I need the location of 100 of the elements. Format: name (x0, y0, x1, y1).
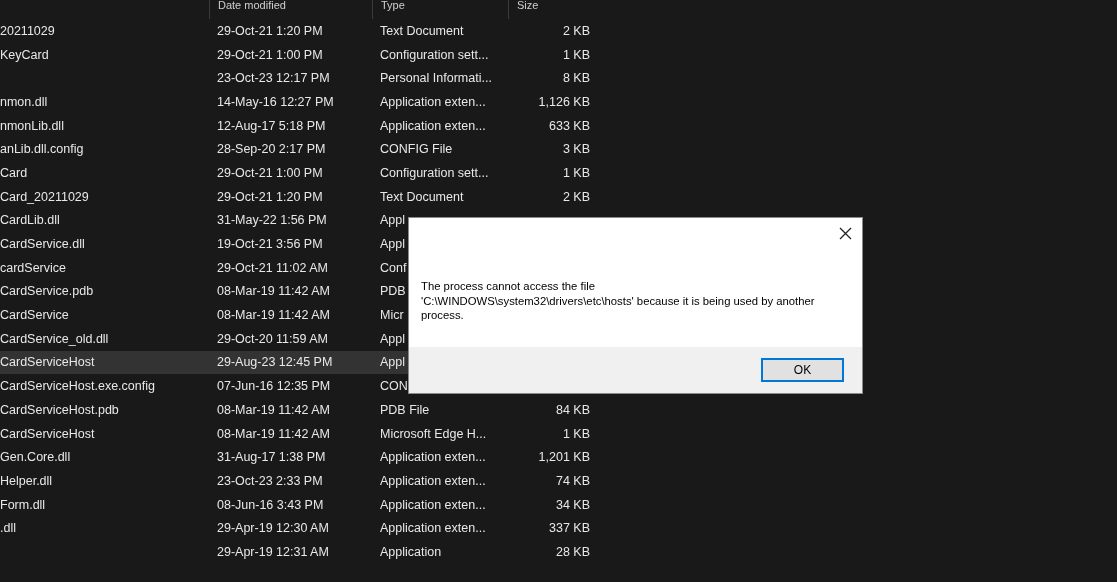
file-size: 84 KB (555, 402, 590, 417)
date-modified: 08-Mar-19 11:42 AM (217, 284, 331, 299)
file-row[interactable]: KeyCard 29-Oct-21 1:00 PM Configuration sett... 1 KB (0, 42, 598, 67)
file-name: .dll (0, 521, 16, 536)
file-type: Text Document (380, 189, 464, 204)
date-modified: 19-Oct-21 3:56 PM (217, 237, 323, 252)
date-modified: 23-Oct-23 12:17 PM (217, 71, 330, 86)
file-size: 2 KB (562, 23, 590, 38)
file-name: 20211029 (0, 23, 55, 38)
file-row[interactable]: 20211029 29-Oct-21 1:20 PM Text Document 2 KB (0, 19, 598, 43)
file-name: Form.dll (0, 497, 46, 512)
file-name: Helper.dll (0, 473, 53, 488)
file-row[interactable]: nmon.dll 14-May-16 12:27 PM Application exten... 1,126 KB (0, 90, 598, 114)
file-name: CardServiceHost.pdb (0, 402, 119, 417)
date-modified: 14-May-16 12:27 PM (217, 94, 334, 109)
date-modified: 31-May-22 1:56 PM (217, 213, 327, 228)
file-name: Card_20211029 (0, 189, 89, 204)
file-name: CardService (0, 308, 69, 323)
date-modified: 12-Aug-17 5:18 PM (217, 118, 326, 133)
file-type: Configuration sett... (380, 165, 489, 180)
file-size: 1,201 KB (538, 450, 590, 465)
file-size: 3 KB (562, 142, 590, 157)
file-row[interactable]: Card_20211029 29-Oct-21 1:20 PM Text Document 2 KB (0, 184, 598, 209)
file-row[interactable]: Form.dll 08-Jun-16 3:43 PM Application exten... 34 KB (0, 492, 598, 517)
file-type: PDB (380, 284, 406, 299)
file-type: Text Document (380, 23, 464, 38)
file-name: Card (0, 165, 28, 180)
file-type: Appl (380, 355, 406, 370)
file-name: nmon.dll (0, 94, 48, 109)
file-name: cardService (0, 260, 66, 275)
column-header[interactable]: Date modified (209, 0, 372, 19)
file-size: 8 KB (562, 71, 590, 86)
date-modified: 08-Mar-19 11:42 AM (217, 426, 331, 441)
file-size: 337 KB (549, 521, 590, 536)
file-type: Personal Informati... (380, 71, 492, 86)
file-row[interactable]: 23-Oct-23 12:17 PM Personal Informati... 8 KB (0, 66, 598, 91)
file-type: Configuration sett... (380, 47, 489, 62)
date-modified: 29-Apr-19 12:30 AM (217, 521, 329, 536)
date-modified: 29-Aug-23 12:45 PM (217, 355, 333, 370)
file-type: CONFIG File (380, 142, 453, 157)
file-type: Application (380, 544, 442, 559)
file-name: CardServiceHost (0, 355, 95, 370)
date-modified: 29-Oct-21 1:00 PM (217, 47, 323, 62)
file-row[interactable]: Helper.dll 23-Oct-23 2:33 PM Application exten... 74 KB (0, 469, 598, 493)
file-row[interactable]: anLib.dll.config 28-Sep-20 2:17 PM CONFIG File 3 KB (0, 137, 598, 162)
date-modified: 31-Aug-17 1:38 PM (217, 450, 326, 465)
file-row[interactable]: .dll 29-Apr-19 12:30 AM Application exten... 337 KB (0, 516, 598, 541)
column-header[interactable]: Size (508, 0, 598, 19)
file-type: Application exten... (380, 473, 486, 488)
file-name: anLib.dll.config (0, 142, 84, 157)
file-type: Appl (380, 237, 406, 252)
file-row[interactable]: CardServiceHost 08-Mar-19 11:42 AM Microsoft Edge H... 1 KB (0, 421, 598, 446)
date-modified: 29-Oct-20 11:59 AM (217, 331, 328, 346)
column-header[interactable]: Type (372, 0, 508, 19)
file-type: Application exten... (380, 497, 486, 512)
file-type: Application exten... (380, 118, 486, 133)
file-type: Application exten... (380, 521, 486, 536)
date-modified: 29-Oct-21 1:20 PM (217, 23, 323, 38)
file-type: Application exten... (380, 450, 486, 465)
file-row[interactable]: Card 29-Oct-21 1:00 PM Configuration sett... 1 KB (0, 161, 598, 185)
close-icon[interactable] (839, 227, 852, 240)
file-type: Appl (380, 331, 406, 346)
file-name: KeyCard (0, 47, 49, 62)
file-size: 1 KB (562, 165, 590, 180)
file-type: PDB File (380, 402, 430, 417)
date-modified: 29-Apr-19 12:31 AM (217, 544, 329, 559)
file-type: Conf (380, 260, 407, 275)
file-type: CON (380, 379, 408, 394)
file-row[interactable]: 29-Apr-19 12:31 AM Application 28 KB (0, 540, 598, 564)
file-name: nmonLib.dll (0, 118, 64, 133)
file-name: CardLib.dll (0, 213, 60, 228)
file-name: CardService.pdb (0, 284, 94, 299)
file-name: CardService_old.dll (0, 331, 109, 346)
file-row[interactable]: CardServiceHost.pdb 08-Mar-19 11:42 AM PDB File 84 KB (0, 398, 598, 422)
file-size: 1 KB (562, 47, 590, 62)
date-modified: 29-Oct-21 11:02 AM (217, 260, 328, 275)
date-modified: 29-Oct-21 1:20 PM (217, 189, 323, 204)
file-size: 74 KB (555, 473, 590, 488)
ok-button[interactable]: OK (761, 358, 844, 382)
date-modified: 08-Mar-19 11:42 AM (217, 402, 331, 417)
date-modified: 29-Oct-21 1:00 PM (217, 165, 323, 180)
file-name: CardServiceHost (0, 426, 95, 441)
error-message: The process cannot access the file 'C:\WINDOWS\system32\drivers\etc\hosts' because it is being used by another process. (421, 279, 816, 324)
date-modified: 07-Jun-16 12:35 PM (217, 379, 331, 394)
file-size: 28 KB (555, 544, 590, 559)
file-row[interactable]: Gen.Core.dll 31-Aug-17 1:38 PM Application exten... 1,201 KB (0, 445, 598, 470)
date-modified: 23-Oct-23 2:33 PM (217, 473, 323, 488)
file-name: CardServiceHost.exe.config (0, 379, 155, 394)
date-modified: 08-Mar-19 11:42 AM (217, 308, 331, 323)
file-size: 1,126 KB (538, 94, 590, 109)
file-row[interactable]: nmonLib.dll 12-Aug-17 5:18 PM Application exten... 633 KB (0, 113, 598, 138)
file-size: 34 KB (555, 497, 590, 512)
file-name: Gen.Core.dll (0, 450, 71, 465)
date-modified: 28-Sep-20 2:17 PM (217, 142, 326, 157)
file-type: Micr (380, 308, 404, 323)
date-modified: 08-Jun-16 3:43 PM (217, 497, 324, 512)
file-type: Application exten... (380, 94, 486, 109)
file-size: 2 KB (562, 189, 590, 204)
file-size: 633 KB (549, 118, 590, 133)
file-size: 1 KB (562, 426, 590, 441)
